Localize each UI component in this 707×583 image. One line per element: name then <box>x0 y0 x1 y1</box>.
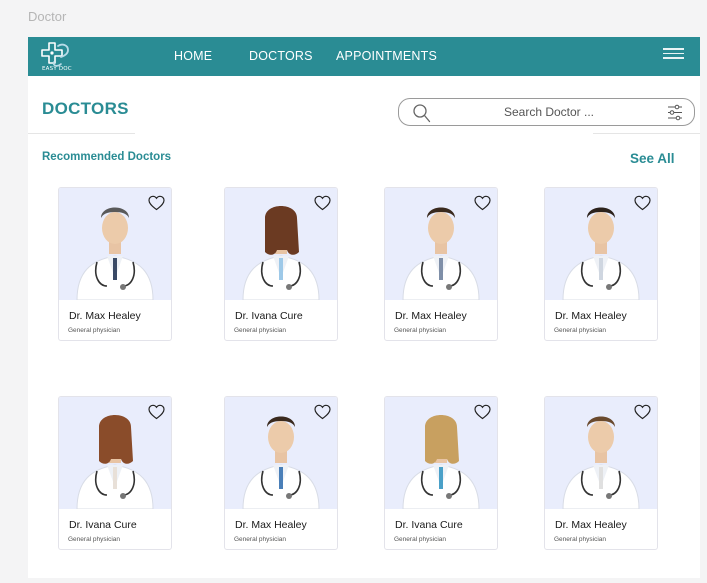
divider <box>593 133 700 134</box>
doctor-card[interactable]: Dr. Max Healey General physician <box>224 396 338 550</box>
doctor-specialty: General physician <box>554 327 607 334</box>
heart-icon[interactable] <box>474 195 491 211</box>
hamburger-menu-icon[interactable] <box>663 48 684 62</box>
frame-label: Doctor <box>28 9 67 24</box>
doctor-specialty: General physician <box>234 327 287 334</box>
doctor-name: Dr. Max Healey <box>555 519 627 531</box>
heart-icon[interactable] <box>314 195 331 211</box>
nav-home[interactable]: HOME <box>174 49 212 63</box>
heart-icon[interactable] <box>474 404 491 420</box>
doctor-name: Dr. Ivana Cure <box>69 519 137 531</box>
page-title: DOCTORS <box>42 99 129 118</box>
divider <box>28 133 135 134</box>
heart-icon[interactable] <box>148 195 165 211</box>
plus-cross-logo-icon <box>41 42 69 67</box>
doctor-specialty: General physician <box>554 536 607 543</box>
section-label: Recommended Doctors <box>42 151 172 163</box>
doctor-specialty: General physician <box>68 536 121 543</box>
doctor-card[interactable]: Dr. Max Healey General physician <box>58 187 172 341</box>
app-logo[interactable]: EASY DOC <box>40 40 76 74</box>
doctor-name: Dr. Ivana Cure <box>395 519 463 531</box>
doctor-card[interactable]: Dr. Ivana Cure General physician <box>224 187 338 341</box>
doctor-name: Dr. Max Healey <box>69 310 141 322</box>
see-all-link[interactable]: See All <box>630 151 675 166</box>
doctor-card[interactable]: Dr. Max Healey General physician <box>544 396 658 550</box>
doctor-specialty: General physician <box>394 536 447 543</box>
nav-doctors[interactable]: DOCTORS <box>249 49 313 63</box>
doctor-card[interactable]: Dr. Ivana Cure General physician <box>58 396 172 550</box>
doctor-specialty: General physician <box>68 327 121 334</box>
doctor-name: Dr. Max Healey <box>395 310 467 322</box>
heart-icon[interactable] <box>634 195 651 211</box>
heart-icon[interactable] <box>148 404 165 420</box>
doctor-card[interactable]: Dr. Max Healey General physician <box>544 187 658 341</box>
logo-text: EASY DOC <box>42 66 72 72</box>
navbar: EASY DOC HOME DOCTORS APPOINTMENTS <box>28 37 700 76</box>
search-input[interactable] <box>439 103 659 121</box>
doctor-name: Dr. Max Healey <box>235 519 307 531</box>
doctor-card[interactable]: Dr. Max Healey General physician <box>384 187 498 341</box>
doctor-specialty: General physician <box>234 536 287 543</box>
doctor-name: Dr. Ivana Cure <box>235 310 303 322</box>
app-frame: EASY DOC HOME DOCTORS APPOINTMENTS DOCTO… <box>28 37 700 578</box>
heart-icon[interactable] <box>314 404 331 420</box>
doctor-card[interactable]: Dr. Ivana Cure General physician <box>384 396 498 550</box>
doctor-name: Dr. Max Healey <box>555 310 627 322</box>
search-icon[interactable] <box>413 103 431 123</box>
heart-icon[interactable] <box>634 404 651 420</box>
doctor-specialty: General physician <box>394 327 447 334</box>
nav-appointments[interactable]: APPOINTMENTS <box>336 49 437 63</box>
filter-sliders-icon[interactable] <box>667 104 683 121</box>
search-bar <box>398 98 695 126</box>
